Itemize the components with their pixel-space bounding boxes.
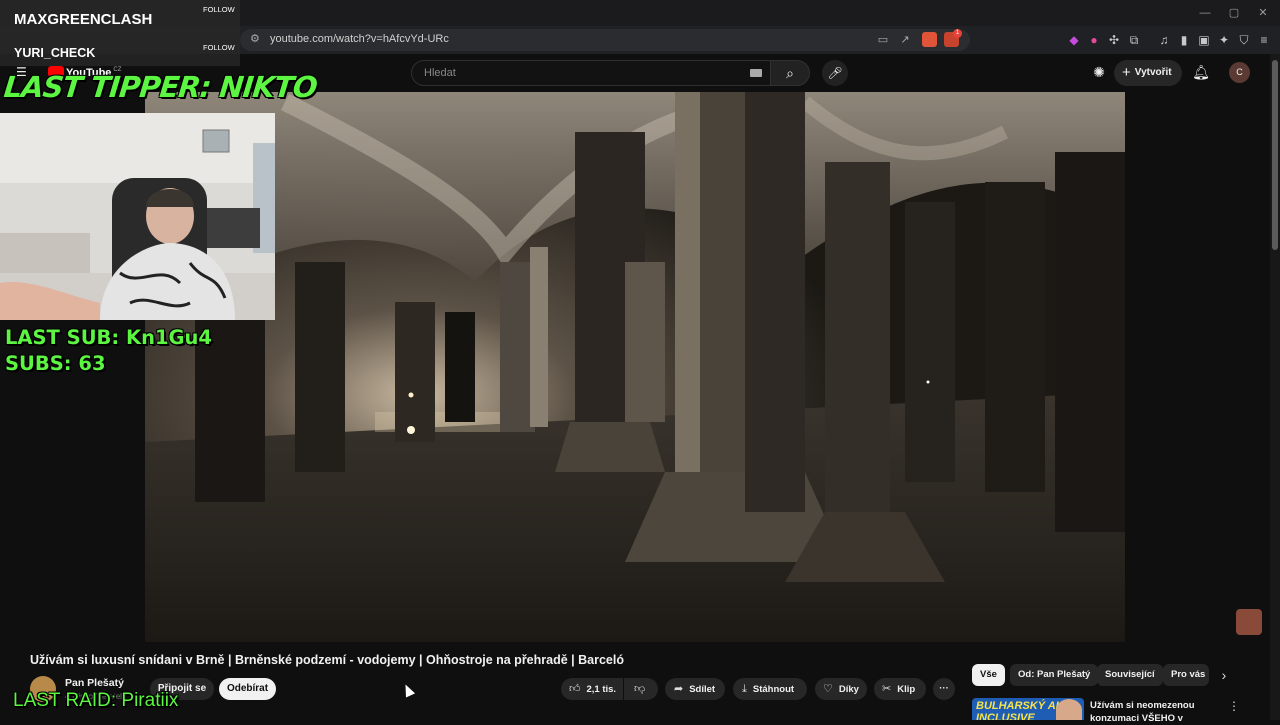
sidebar-icon[interactable]: ▮ [1176, 32, 1192, 48]
leo-ai-icon[interactable]: ✦ [1216, 32, 1232, 48]
chip-for-you[interactable]: Pro vás [1163, 664, 1209, 686]
extension-pink-icon[interactable]: ● [1086, 32, 1102, 48]
clip-button[interactable]: ✂ Klip [874, 678, 926, 700]
follow-tag: FOLLOW [203, 5, 235, 14]
address-bar[interactable]: ⚙ youtube.com/watch?v=hAfcvYd-URc ▭ ↗ 1 [240, 29, 970, 51]
channel-name[interactable]: Pan Plešatý [65, 677, 124, 689]
search-button[interactable]: ⌕ [770, 60, 810, 86]
streamer-webcam [0, 113, 275, 320]
webcam-frame [0, 113, 275, 320]
microphone-icon: 🎤︎ [827, 66, 843, 80]
mouse-cursor [400, 682, 416, 698]
video-player[interactable] [145, 92, 1125, 642]
search-input[interactable]: Hledat [424, 67, 456, 79]
brave-rewards-icon[interactable]: 1 [944, 29, 962, 47]
download-icon: ⤓ [742, 683, 747, 695]
screenshot-icon[interactable]: ⧉ [1126, 32, 1142, 48]
last-sub-overlay: LAST SUB: Kn1Gu4 [5, 326, 212, 349]
voice-search-button[interactable]: 🎤︎ [822, 60, 848, 86]
follow-tag: FOLLOW [203, 43, 235, 52]
media-music-icon[interactable]: ♫ [1156, 32, 1172, 48]
notifications-bell-icon[interactable]: 🔔︎ [1192, 63, 1210, 81]
video-frame-underground-reservoir [145, 92, 1125, 642]
thumbnail-face [1056, 699, 1082, 720]
chip-all[interactable]: Vše [972, 664, 1005, 686]
rewards-badge: 1 [953, 29, 962, 38]
recommended-more-icon[interactable]: ⋮ [1228, 699, 1240, 713]
channel-watermark-avatar[interactable] [1236, 609, 1262, 635]
thanks-heart-dollar-icon: ♡ [823, 683, 833, 695]
subs-count-overlay: SUBS: 63 [5, 352, 106, 375]
more-actions-button[interactable]: ··· [933, 678, 955, 700]
download-button[interactable]: ⤓ Stáhnout [733, 678, 807, 700]
last-raid-overlay: LAST RAID: Piratiix [13, 690, 179, 711]
clip-label: Klip [897, 684, 916, 695]
wallet-icon[interactable]: ▣ [1196, 32, 1212, 48]
thumbs-down-icon: 👎︎ [634, 683, 646, 695]
site-settings-icon[interactable]: ⚙ [250, 32, 264, 46]
brave-shields-icon[interactable] [922, 32, 937, 47]
dislike-button[interactable]: 👎︎ [624, 678, 658, 700]
video-letterbox-right [1125, 92, 1270, 642]
chip-related[interactable]: Související [1097, 664, 1163, 686]
keyboard-icon[interactable] [750, 69, 762, 77]
follower-name: YURI_CHECK [14, 46, 96, 60]
close-window-button[interactable]: ✕ [1256, 6, 1270, 20]
subscribe-button[interactable]: Odebírat [219, 678, 276, 700]
thanks-label: Díky [838, 684, 859, 695]
browser-menu-icon[interactable]: ≡ [1256, 32, 1272, 48]
chips-next-chevron-icon[interactable]: › [1216, 666, 1232, 684]
recommended-video-thumbnail[interactable]: BULHARSKÝ ALL INCLUSIVE [972, 698, 1084, 720]
extension-purple-icon[interactable]: ◆ [1066, 32, 1082, 48]
like-button[interactable]: 👍︎ 2,1 tis. [561, 678, 623, 700]
video-title: Užívám si luxusní snídani v Brně | Brněn… [30, 653, 624, 667]
scrollbar-thumb[interactable] [1272, 60, 1278, 250]
last-tipper-overlay: LAST TIPPER: NIKTO [2, 70, 319, 104]
create-button[interactable]: + Vytvořit [1114, 60, 1182, 86]
follower-name: MAXGREENCLASH [14, 11, 153, 28]
recent-followers-panel: MAXGREENCLASH FOLLOW YURI_CHECK FOLLOW [0, 0, 240, 66]
vpn-shield-icon[interactable]: ⛉ [1236, 32, 1252, 48]
cast-icon[interactable]: ▭ [876, 33, 890, 47]
thumbs-up-icon: 👍︎ [569, 683, 581, 695]
download-label: Stáhnout [752, 684, 795, 695]
scissors-icon: ✂ [882, 683, 892, 695]
ai-spark-icon[interactable]: ✺ [1090, 63, 1108, 81]
account-avatar[interactable]: C [1229, 62, 1250, 83]
page-scrollbar[interactable] [1270, 54, 1280, 720]
chip-from-channel[interactable]: Od: Pan Plešatý [1010, 664, 1099, 686]
recommended-video-title[interactable]: Užívám si neomezenou konzumaci VŠEHO v [1090, 699, 1215, 725]
create-label: Vytvořit [1134, 67, 1172, 78]
thanks-button[interactable]: ♡ Díky [815, 678, 867, 700]
maximize-button[interactable]: ▢ [1227, 6, 1241, 20]
search-icon: ⌕ [786, 65, 794, 81]
share-page-icon[interactable]: ↗ [898, 33, 912, 47]
minimize-button[interactable]: — [1198, 6, 1212, 20]
share-button[interactable]: ➦ Sdílet [665, 678, 725, 700]
extensions-puzzle-icon[interactable]: ✣ [1106, 32, 1122, 48]
search-box[interactable]: Hledat [411, 60, 771, 86]
like-count: 2,1 tis. [586, 684, 617, 695]
share-label: Sdílet [689, 684, 716, 695]
plus-icon: + [1122, 64, 1131, 81]
url-text[interactable]: youtube.com/watch?v=hAfcvYd-URc [270, 33, 449, 45]
share-arrow-icon: ➦ [674, 683, 684, 695]
